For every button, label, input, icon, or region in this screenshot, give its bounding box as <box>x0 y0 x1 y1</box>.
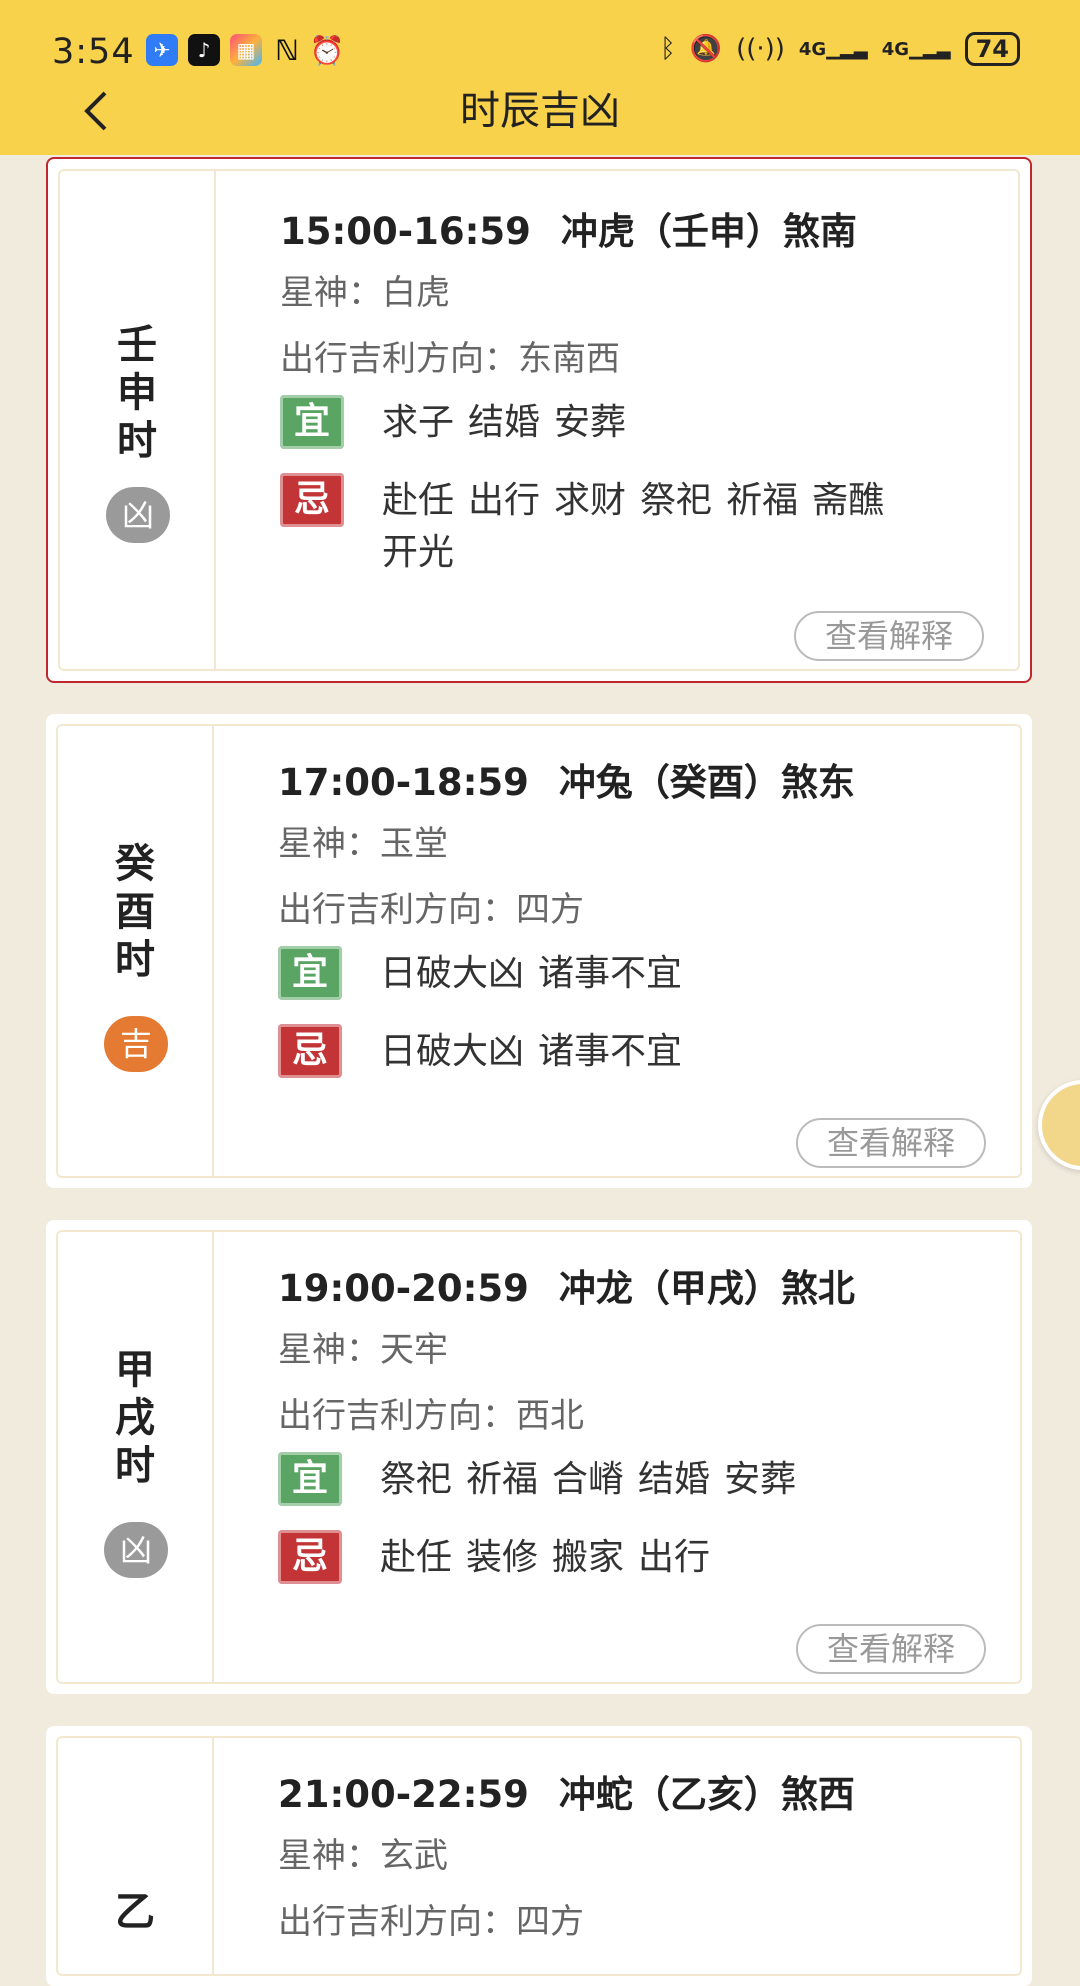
floating-action-button[interactable] <box>1038 1080 1080 1170</box>
travel-direction: 出行吉利方向：四方 <box>278 1902 584 1942</box>
hour-name-char: 甲 <box>115 1347 155 1393</box>
bluetooth-icon: ᛒ <box>660 34 676 64</box>
app-notification-icon: ▦ <box>230 34 262 66</box>
card-inner: 癸 酉 时 吉 17:00-18:59 冲兔（癸酉）煞东 星神：玉堂 出行吉利方向… <box>56 724 1022 1178</box>
hour-time-range: 19:00-20:59 冲龙（甲戌）煞北 <box>278 1267 855 1310</box>
hour-name-char: 壬 <box>117 322 157 368</box>
hour-details: 21:00-22:59 冲蛇（乙亥）煞西 星神：玄武 出行吉利方向：四方 <box>278 1738 1000 1974</box>
suitable-tag: 宜 <box>278 1452 342 1506</box>
hour-time-range: 21:00-22:59 冲蛇（乙亥）煞西 <box>278 1773 855 1816</box>
signal-icon: 4G▁▂▃ <box>798 38 868 60</box>
system-icons: ᛒ 🔕 ((·)) 4G▁▂▃ 4G▁▂▃ 74 <box>660 32 1020 66</box>
card-inner: 壬 申 时 凶 15:00-16:59 冲虎（壬申）煞南 星神：白虎 出行吉利方向… <box>58 169 1020 671</box>
view-explanation-button[interactable]: 查看解释 <box>796 1118 986 1168</box>
hour-name-char: 酉 <box>115 889 155 935</box>
page-title: 时辰吉凶 <box>460 88 620 134</box>
hour-name-char: 时 <box>115 937 155 983</box>
app-notification-icon: ✈ <box>146 34 178 66</box>
hour-column: 乙 <box>58 1738 214 1974</box>
hour-details: 19:00-20:59 冲龙（甲戌）煞北 星神：天牢 出行吉利方向：西北 宜 祭祀… <box>278 1232 1000 1682</box>
app-header: 3:54 ✈ ♪ ▦ ℕ ⏰ ᛒ 🔕 ((·)) 4G▁▂▃ 4G▁▂▃ 74 … <box>0 0 1080 155</box>
avoid-list: 赴任 出行 求财 祭祀 祈福 斋醮 开光 <box>382 480 885 573</box>
card-inner: 甲 戌 时 凶 19:00-20:59 冲龙（甲戌）煞北 星神：天牢 出行吉利方向… <box>56 1230 1022 1684</box>
hour-column: 癸 酉 时 吉 <box>58 726 214 1176</box>
hour-details: 15:00-16:59 冲虎（壬申）煞南 星神：白虎 出行吉利方向：东南西 宜 求… <box>280 171 998 669</box>
avoid-tag: 忌 <box>278 1530 342 1584</box>
tiktok-icon: ♪ <box>188 34 220 66</box>
status-time: 3:54 <box>52 32 135 72</box>
suitable-tag: 宜 <box>278 946 342 1000</box>
hour-column: 壬 申 时 凶 <box>60 171 216 669</box>
avoid-tag: 忌 <box>278 1024 342 1078</box>
mute-icon: 🔕 <box>689 34 723 64</box>
notification-icons: ✈ ♪ ▦ ℕ ⏰ <box>146 33 345 67</box>
hour-column: 甲 戌 时 凶 <box>58 1232 214 1682</box>
hour-name-char: 时 <box>117 418 157 464</box>
hour-time-range: 17:00-18:59 冲兔（癸酉）煞东 <box>278 761 855 804</box>
battery-icon: 74 <box>964 32 1020 66</box>
luck-badge: 吉 <box>104 1016 168 1072</box>
suitable-list: 祭祀 祈福 合嵴 结婚 安葬 <box>380 1459 797 1500</box>
alarm-icon: ⏰ <box>309 33 345 67</box>
avoid-list: 赴任 装修 搬家 出行 <box>380 1537 711 1578</box>
hour-name-char: 时 <box>115 1443 155 1489</box>
hour-time-range: 15:00-16:59 冲虎（壬申）煞南 <box>280 210 857 253</box>
avoid-list: 日破大凶 诸事不宜 <box>380 1031 683 1072</box>
nfc-icon: ℕ <box>275 33 299 67</box>
view-explanation-button[interactable]: 查看解释 <box>796 1624 986 1674</box>
star-god: 星神：天牢 <box>278 1330 448 1370</box>
travel-direction: 出行吉利方向：东南西 <box>280 339 620 379</box>
card-inner: 乙 21:00-22:59 冲蛇（乙亥）煞西 星神：玄武 出行吉利方向：四方 <box>56 1736 1022 1976</box>
status-bar: 3:54 ✈ ♪ ▦ ℕ ⏰ ᛒ 🔕 ((·)) 4G▁▂▃ 4G▁▂▃ 74 <box>0 28 1080 76</box>
hour-card[interactable]: 壬 申 时 凶 15:00-16:59 冲虎（壬申）煞南 星神：白虎 出行吉利方向… <box>46 157 1032 683</box>
suitable-list: 求子 结婚 安葬 <box>382 402 627 443</box>
hour-name-char: 戌 <box>115 1395 155 1441</box>
travel-direction: 出行吉利方向：四方 <box>278 890 584 930</box>
hour-card[interactable]: 乙 21:00-22:59 冲蛇（乙亥）煞西 星神：玄武 出行吉利方向：四方 <box>46 1726 1032 1986</box>
luck-badge: 凶 <box>104 1522 168 1578</box>
luck-badge: 凶 <box>106 487 170 543</box>
suitable-list: 日破大凶 诸事不宜 <box>380 953 683 994</box>
hour-name-char: 癸 <box>115 841 155 887</box>
signal-icon: 4G▁▂▃ <box>881 38 951 60</box>
hour-details: 17:00-18:59 冲兔（癸酉）煞东 星神：玉堂 出行吉利方向：四方 宜 日破… <box>278 726 1000 1176</box>
hour-name-char: 乙 <box>115 1889 155 1935</box>
star-god: 星神：白虎 <box>280 273 450 313</box>
star-god: 星神：玉堂 <box>278 824 448 864</box>
star-god: 星神：玄武 <box>278 1836 448 1876</box>
wifi-icon: ((·)) <box>736 34 785 64</box>
travel-direction: 出行吉利方向：西北 <box>278 1396 584 1436</box>
hour-name-char: 申 <box>117 370 157 416</box>
avoid-tag: 忌 <box>280 473 344 527</box>
suitable-tag: 宜 <box>280 395 344 449</box>
hour-card[interactable]: 甲 戌 时 凶 19:00-20:59 冲龙（甲戌）煞北 星神：天牢 出行吉利方向… <box>46 1220 1032 1694</box>
view-explanation-button[interactable]: 查看解释 <box>794 611 984 661</box>
hour-card[interactable]: 癸 酉 时 吉 17:00-18:59 冲兔（癸酉）煞东 星神：玉堂 出行吉利方向… <box>46 714 1032 1188</box>
